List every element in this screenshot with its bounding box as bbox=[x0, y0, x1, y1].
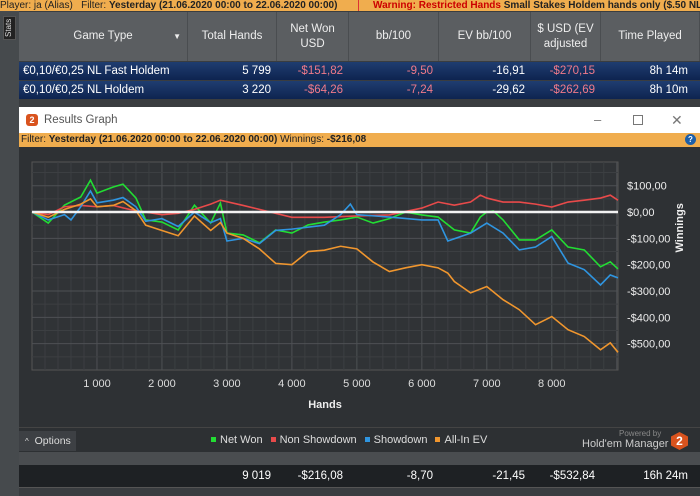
cell-usd-ev-adjusted: -$262,69 bbox=[549, 84, 595, 96]
legend-label: Non Showdown bbox=[279, 433, 357, 446]
cell-net-won: -$151,82 bbox=[297, 65, 343, 77]
hm2-logo-icon: 2 bbox=[671, 432, 688, 450]
cell-time-played: 8h 14m bbox=[649, 65, 688, 77]
legend-label: Showdown bbox=[373, 433, 428, 446]
filter-value: Yesterday (21.06.2020 00:00 to 22.06.202… bbox=[48, 134, 278, 145]
x-tick-label: 1 000 bbox=[83, 378, 111, 390]
dropdown-arrow-icon[interactable]: ▼ bbox=[173, 29, 181, 44]
column-net-won[interactable]: Net Won USD bbox=[277, 12, 349, 61]
cell-usd-ev-adjusted: -$270,15 bbox=[549, 65, 595, 77]
hm2-logo-icon: 2 bbox=[26, 114, 38, 126]
y-tick-label: -$100,00 bbox=[627, 233, 670, 245]
table-row[interactable]: €0,10/€0,25 NL Holdem 3 220 -$64,26 -7,2… bbox=[19, 81, 700, 99]
powered-by-label: Powered by bbox=[619, 429, 662, 438]
x-tick-label: 4 000 bbox=[278, 378, 306, 390]
total-usd-ev-adjusted: -$532,84 bbox=[549, 470, 595, 482]
restricted-hands-warning[interactable]: Warning: Restricted Hands Small Stakes H… bbox=[358, 0, 700, 11]
x-tick-label: 7 000 bbox=[473, 378, 501, 390]
y-tick-label: -$200,00 bbox=[627, 260, 670, 272]
total-ev-bb100: -21,45 bbox=[492, 470, 525, 482]
legend-item[interactable]: Net Won bbox=[211, 434, 263, 446]
results-graph-window: 2 Results Graph – ✕ Filter: Yesterday (2… bbox=[19, 107, 700, 464]
column-bb100[interactable]: bb/100 bbox=[349, 12, 439, 61]
x-axis-label: Hands bbox=[308, 399, 342, 411]
filter-value: Yesterday (21.06.2020 00:00 to 22.06.202… bbox=[108, 0, 338, 11]
close-icon[interactable]: ✕ bbox=[671, 107, 683, 133]
legend-label: All-In EV bbox=[444, 433, 488, 446]
table-header: Game Type ▼ Total Hands Net Won USD bb/10… bbox=[19, 12, 700, 61]
filter-label: Filter: bbox=[21, 134, 46, 145]
cell-total-hands: 3 220 bbox=[242, 84, 271, 96]
y-tick-label: -$500,00 bbox=[627, 339, 670, 351]
chart-legend: Net Won Non Showdown Showdown All-In EV bbox=[211, 433, 495, 446]
chart-footer: ^ Options Net Won Non Showdown Showdown All… bbox=[19, 427, 700, 452]
window-title: Results Graph bbox=[44, 114, 118, 126]
left-panel-strip bbox=[0, 11, 19, 496]
cell-game-type: €0,10/€0,25 NL Holdem bbox=[23, 84, 145, 96]
filter-status-bar: Player: ja (Alias) Filter: Yesterday (21… bbox=[0, 0, 700, 11]
legend-swatch bbox=[364, 437, 370, 442]
cell-game-type: €0,10/€0,25 NL Fast Holdem bbox=[23, 65, 170, 77]
brand-label: Hold'em Manager bbox=[582, 438, 669, 450]
minimize-icon[interactable]: – bbox=[594, 107, 601, 133]
options-button[interactable]: ^ Options bbox=[19, 431, 76, 451]
column-usd-ev-adjusted[interactable]: $ USD (EV adjusted bbox=[531, 12, 601, 61]
cell-net-won: -$64,26 bbox=[303, 84, 343, 96]
cell-time-played: 8h 10m bbox=[649, 84, 688, 96]
window-titlebar[interactable]: 2 Results Graph – ✕ bbox=[19, 107, 700, 133]
total-net-won: -$216,08 bbox=[297, 470, 343, 482]
cell-total-hands: 5 799 bbox=[242, 65, 271, 77]
legend-swatch bbox=[270, 437, 276, 442]
total-time-played: 16h 24m bbox=[643, 470, 688, 482]
cell-ev-bb100: -29,62 bbox=[492, 84, 525, 96]
stats-tab[interactable]: Stats bbox=[3, 16, 16, 40]
plot-area bbox=[31, 161, 619, 371]
total-hands: 9 019 bbox=[242, 470, 271, 482]
filter-label: Filter: bbox=[81, 0, 107, 11]
column-total-hands[interactable]: Total Hands bbox=[188, 12, 277, 61]
y-tick-label: $0,00 bbox=[627, 207, 655, 219]
y-tick-label: $100,00 bbox=[627, 181, 667, 193]
y-tick-label: -$400,00 bbox=[627, 312, 670, 324]
x-tick-label: 3 000 bbox=[213, 378, 241, 390]
graph-filter-bar: Filter: Yesterday (21.06.2020 00:00 to 2… bbox=[19, 133, 700, 147]
winnings-value: -$216,08 bbox=[326, 134, 367, 145]
x-tick-label: 5 000 bbox=[343, 378, 371, 390]
x-tick-label: 2 000 bbox=[148, 378, 176, 390]
cell-bb100: -7,24 bbox=[406, 84, 433, 96]
legend-swatch bbox=[435, 437, 441, 442]
maximize-icon[interactable] bbox=[633, 115, 643, 125]
help-icon[interactable]: ? bbox=[685, 134, 696, 145]
x-tick-label: 6 000 bbox=[408, 378, 436, 390]
options-label: Options bbox=[34, 435, 71, 447]
x-tick-label: 8 000 bbox=[538, 378, 566, 390]
column-time-played[interactable]: Time Played bbox=[601, 12, 700, 61]
spacer bbox=[19, 452, 700, 465]
totals-row: 9 019 -$216,08 -8,70 -21,45 -$532,84 16h… bbox=[19, 465, 700, 487]
total-bb100: -8,70 bbox=[406, 470, 433, 482]
column-ev-bb100[interactable]: EV bb/100 bbox=[439, 12, 531, 61]
warning-text: Small Stakes Holdem hands only ($.50 NL,… bbox=[503, 0, 700, 11]
cell-ev-bb100: -16,91 bbox=[492, 65, 525, 77]
legend-swatch bbox=[211, 437, 216, 442]
chevron-up-icon: ^ bbox=[25, 437, 29, 446]
header-label: Game Type bbox=[73, 30, 133, 42]
warning-title: Warning: Restricted Hands bbox=[373, 0, 501, 11]
results-chart: 1 000 2 000 3 000 4 000 5 000 6 000 7 000 8 000… bbox=[31, 161, 686, 411]
column-game-type[interactable]: Game Type ▼ bbox=[19, 12, 188, 61]
player-label: Player: ja (Alias) bbox=[0, 0, 73, 11]
legend-item[interactable]: All-In EV bbox=[435, 434, 487, 446]
legend-item[interactable]: Showdown bbox=[364, 433, 428, 446]
winnings-label: Winnings: bbox=[280, 134, 324, 145]
legend-item[interactable]: Non Showdown bbox=[270, 433, 357, 446]
horizontal-scrollbar[interactable] bbox=[19, 487, 700, 496]
table-row[interactable]: €0,10/€0,25 NL Fast Holdem 5 799 -$151,8… bbox=[19, 62, 700, 80]
y-tick-label: -$300,00 bbox=[627, 286, 670, 298]
legend-label: Net Won bbox=[220, 433, 263, 446]
y-axis-label: Winnings bbox=[674, 203, 686, 252]
cell-bb100: -9,50 bbox=[406, 65, 433, 77]
